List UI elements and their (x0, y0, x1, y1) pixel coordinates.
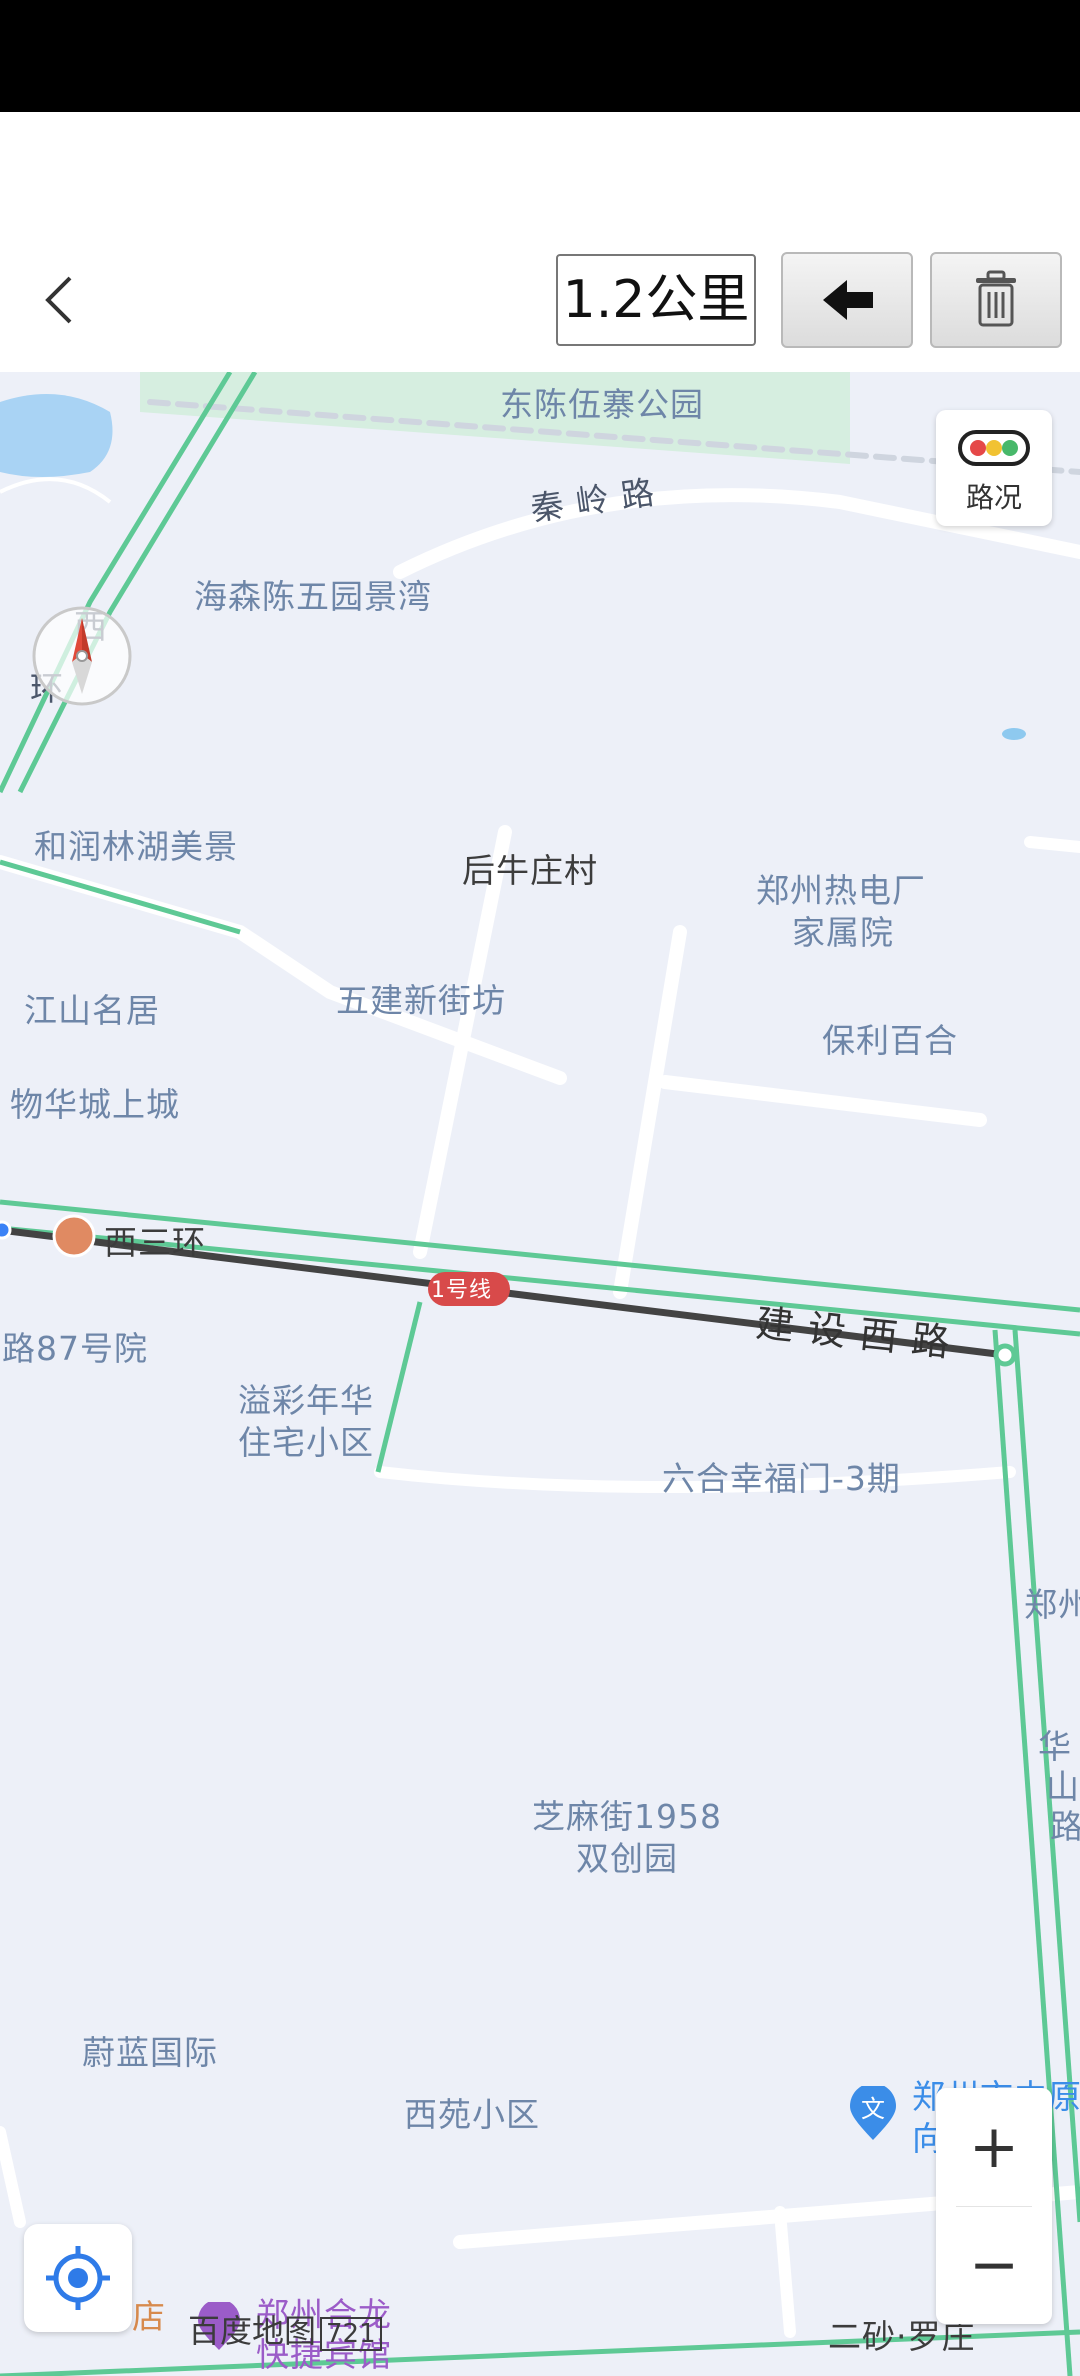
label-herun: 和润林湖美景 (34, 827, 238, 866)
zoom-controls: + − (936, 2088, 1052, 2324)
undo-button[interactable] (781, 252, 913, 348)
label-xiyuan: 西苑小区 (404, 2095, 540, 2134)
label-hotel-edge: 店 (132, 2297, 166, 2336)
road-minor-9 (774, 2206, 796, 2338)
label-huashan-3: 路 (1050, 1807, 1080, 1846)
label-dongchen-park: 东陈伍寨公园 (500, 385, 704, 424)
label-zhima-1: 芝麻街1958 (532, 1797, 722, 1836)
map-view[interactable]: 东陈伍寨公园 秦 岭 路 海森陈五园景湾 西 环 和润林湖美景 后牛庄村 郑州热… (0, 372, 1080, 2376)
label-zhima-2: 双创园 (576, 1839, 678, 1878)
logo-text: 百度地图 (188, 2312, 317, 2350)
back-button[interactable] (30, 260, 100, 340)
crosshair-icon (46, 2246, 110, 2310)
road-minor-8 (0, 2126, 26, 2228)
lake (0, 394, 113, 477)
road-minor-4 (658, 1075, 987, 1127)
label-thermal-2: 家属院 (792, 913, 894, 952)
traffic-label: 路况 (965, 481, 1022, 514)
zoom-in-button[interactable]: + (936, 2088, 1052, 2206)
label-yicai-1: 溢彩年华 (238, 1381, 374, 1420)
locate-button[interactable] (24, 2224, 132, 2332)
chevron-left-icon (45, 276, 72, 324)
top-spacer (0, 112, 1080, 230)
label-road87: 路87号院 (2, 1329, 148, 1368)
compass-button[interactable] (30, 604, 134, 708)
label-huacheng: 物华城上城 (10, 1085, 180, 1124)
road-minor-7 (1024, 836, 1080, 853)
traffic-light-icon (958, 430, 1030, 466)
label-baoli: 保利百合 (822, 1021, 958, 1060)
label-metro-station: 西三环 (104, 1223, 206, 1262)
label-liuhe: 六合幸福门-3期 (662, 1459, 901, 1498)
svg-text:文: 文 (861, 2096, 885, 2123)
label-wujian: 五建新街坊 (336, 981, 506, 1020)
label-metro-line: 1号线 (431, 1278, 492, 1303)
zoom-out-button[interactable]: − (936, 2206, 1052, 2324)
road-branch (375, 1301, 423, 1473)
park-paths (0, 477, 112, 504)
label-haisen: 海森陈五园景湾 (194, 577, 432, 616)
distance-readout: 1.2公里 (556, 254, 756, 346)
label-thermal-1: 郑州热电厂 (756, 871, 926, 910)
baidu-map-logo: 百度地图 721 (188, 2306, 382, 2352)
label-yicai-2: 住宅小区 (238, 1423, 374, 1462)
label-houniu: 后牛庄村 (462, 851, 598, 890)
traffic-toggle-button[interactable]: 路况 (936, 410, 1052, 526)
road-minor-2 (413, 825, 512, 1259)
metro-station-icon (52, 1214, 96, 1258)
measure-toolbar: 1.2公里 (0, 230, 1080, 372)
label-weilan: 蔚蓝国际 (82, 2033, 218, 2072)
small-pond (1002, 728, 1026, 740)
logo-number: 721 (320, 2317, 382, 2351)
compass-icon (32, 606, 132, 706)
route-start-point (0, 1220, 12, 1240)
label-jiangshan: 江山名居 (24, 991, 160, 1030)
arrow-left-icon (823, 280, 873, 320)
road-diag (0, 859, 241, 935)
road-minor-3 (613, 925, 687, 1299)
status-bar (0, 0, 1080, 112)
route-end-point (993, 1343, 1017, 1367)
delete-button[interactable] (930, 252, 1062, 348)
trash-icon (976, 270, 1016, 327)
label-zheng-edge: 郑州 (1024, 1585, 1080, 1624)
school-icon: 文 (850, 2086, 896, 2140)
